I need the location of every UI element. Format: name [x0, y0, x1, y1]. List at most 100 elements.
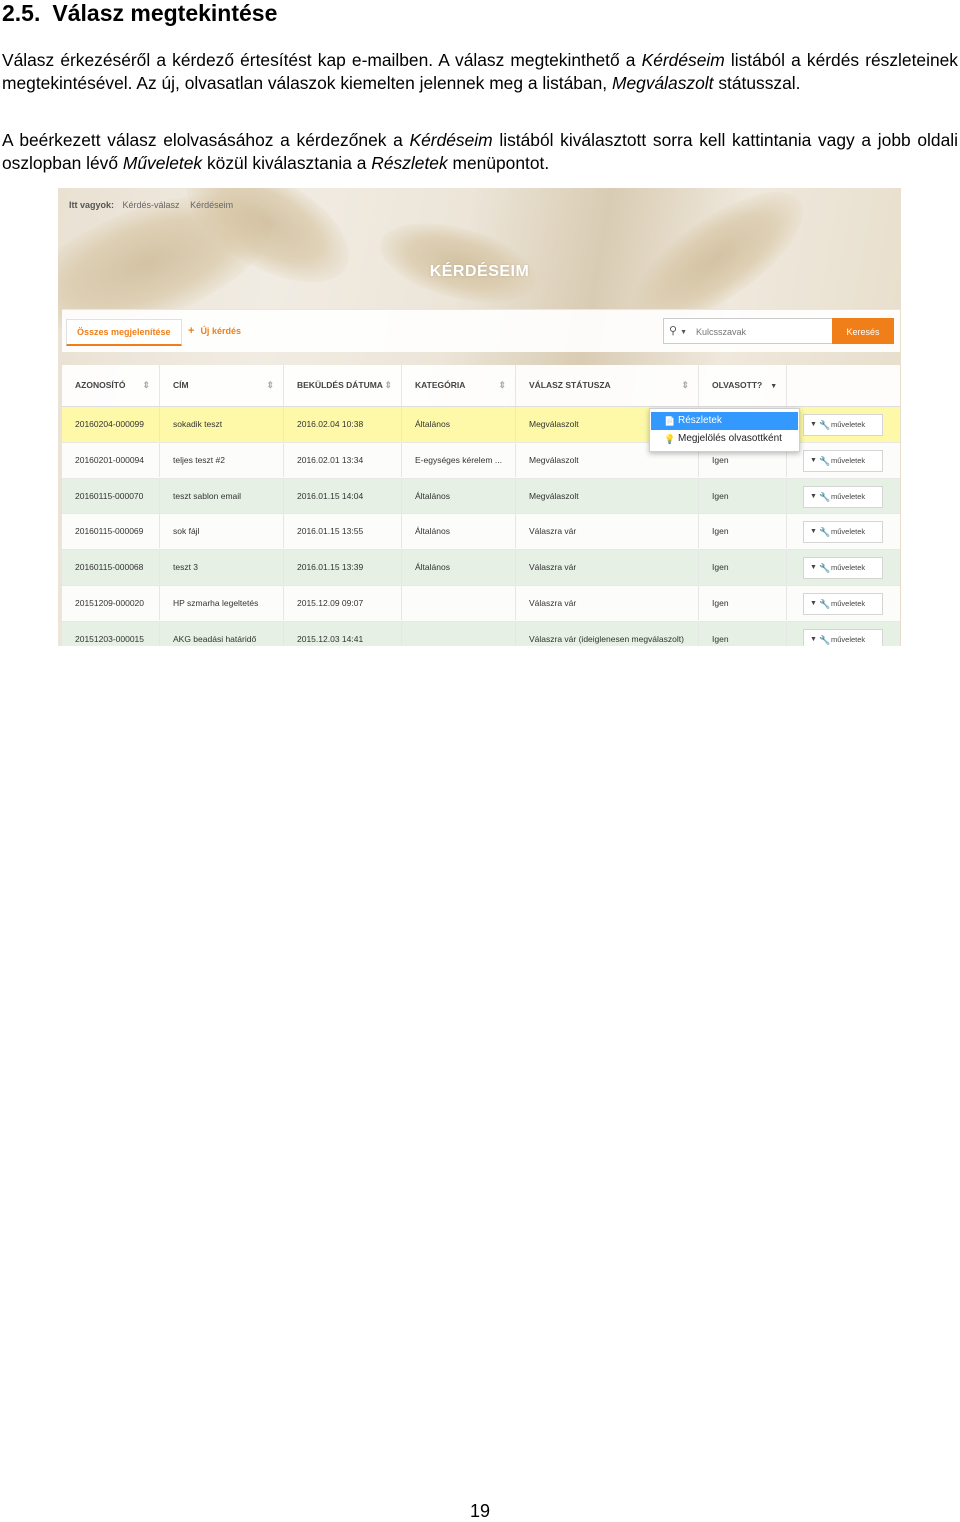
- cell-category: [402, 585, 516, 620]
- cell-title: HP szmarha legeltetés: [160, 585, 284, 620]
- cell-status: Válaszra vár: [516, 550, 699, 585]
- cell-title: teszt sablon email: [160, 478, 284, 513]
- column-header-date[interactable]: BEKÜLDÉS DÁTUMA ⇕: [284, 365, 402, 406]
- wrench-icon: 🔧: [819, 563, 831, 574]
- cell-read: Igen: [699, 514, 787, 549]
- breadcrumb: Itt vagyok: Kérdés-válasz Kérdéseim: [69, 200, 233, 210]
- cell-id: 20160201-000094: [62, 442, 160, 477]
- operations-label: műveletek: [831, 634, 866, 644]
- p2-italic-muveletek: Műveletek: [122, 153, 203, 173]
- cell-title: teszt 3: [160, 550, 284, 585]
- operations-button[interactable]: ▼ 🔧 műveletek: [803, 557, 883, 580]
- operations-button[interactable]: ▼ 🔧 műveletek: [803, 628, 883, 646]
- operations-label: műveletek: [831, 527, 866, 537]
- operations-button[interactable]: ▼ 🔧 műveletek: [803, 414, 883, 436]
- caret-down-icon: ▼: [810, 421, 817, 428]
- operations-label: műveletek: [831, 455, 866, 465]
- cell-status: Megválaszolt: [516, 478, 699, 513]
- caret-down-icon: ▼: [770, 383, 778, 390]
- cell-category: E-egységes kérelem ...: [402, 442, 516, 477]
- plus-icon: +: [188, 325, 195, 337]
- wrench-icon: 🔧: [819, 527, 831, 538]
- column-header-id[interactable]: AZONOSÍTÓ ⇕: [62, 365, 160, 406]
- column-header-label: AZONOSÍTÓ: [75, 380, 126, 390]
- lightbulb-icon: 💡: [664, 434, 676, 444]
- new-question-label: Új kérdés: [200, 326, 241, 336]
- document-icon: 📄: [664, 416, 676, 426]
- table-row[interactable]: 20160115-000068 teszt 3 2016.01.15 13:39…: [62, 550, 900, 586]
- cell-date: 2016.01.15 13:39: [284, 550, 402, 585]
- show-all-button[interactable]: Összes megjelenítése: [66, 319, 182, 346]
- cell-title: AKG beadási határidő: [160, 621, 284, 646]
- paragraph-1: Válasz érkezéséről a kérdező értesítést …: [2, 49, 958, 95]
- cell-category: Általános: [402, 514, 516, 549]
- sort-icon: ⇕: [498, 380, 506, 390]
- column-header-label: BEKÜLDÉS DÁTUMA: [297, 380, 383, 390]
- menu-item-label: Részletek: [678, 415, 722, 426]
- table-row[interactable]: 20151209-000020 HP szmarha legeltetés 20…: [62, 585, 900, 622]
- cell-id: 20160115-000069: [62, 514, 160, 549]
- p2-italic-reszletek: Részletek: [371, 153, 448, 173]
- operations-button[interactable]: ▼ 🔧 műveletek: [803, 521, 883, 544]
- section-heading: 2.5. Válasz megtekintése: [2, 0, 277, 27]
- column-header-label: OLVASOTT?: [712, 380, 763, 390]
- app-screenshot: Itt vagyok: Kérdés-válasz Kérdéseim KÉRD…: [58, 188, 901, 646]
- caret-down-icon: ▼: [810, 492, 817, 500]
- menu-item-mark-read[interactable]: 💡 Megjelölés olvasottként: [651, 430, 798, 448]
- cell-id: 20160115-000068: [62, 550, 160, 585]
- table-row[interactable]: 20160115-000070 teszt sablon email 2016.…: [62, 478, 900, 515]
- page-title: KÉRDÉSEIM: [429, 263, 530, 280]
- sort-icon: ⇕: [681, 380, 689, 390]
- toolbar: Összes megjelenítése + Új kérdés ⚲▼ Keres…: [62, 309, 900, 352]
- p2-text-1: A beérkezett válasz elolvasásához a kérd…: [2, 130, 410, 150]
- operations-button[interactable]: ▼ 🔧 műveletek: [803, 485, 883, 508]
- breadcrumb-item[interactable]: Kérdéseim: [190, 200, 233, 210]
- new-question-button[interactable]: + Új kérdés: [178, 319, 251, 343]
- cell-category: Általános: [402, 407, 516, 441]
- search-icon[interactable]: ⚲ ▼: [669, 324, 687, 337]
- cell-category: Általános: [402, 550, 516, 585]
- operations-label: műveletek: [831, 563, 866, 573]
- cell-read: Igen: [699, 550, 787, 585]
- column-header-read[interactable]: OLVASOTT? ▼: [699, 365, 787, 406]
- p2-text-4: menüpontot.: [447, 153, 550, 173]
- cell-category: [402, 621, 516, 646]
- cell-read: Igen: [699, 621, 787, 646]
- p1-text-3: státusszal.: [713, 73, 801, 93]
- table-row[interactable]: 20160115-000069 sok fájl 2016.01.15 13:5…: [62, 514, 900, 551]
- table-header: AZONOSÍTÓ ⇕ CÍM ⇕ BEKÜLDÉS DÁTUMA ⇕ KATEGÓR…: [62, 365, 900, 407]
- menu-item-details[interactable]: 📄 Részletek: [651, 412, 798, 430]
- cell-read: Igen: [699, 585, 787, 620]
- cell-date: 2016.01.15 13:55: [284, 514, 402, 549]
- table-row[interactable]: 20151203-000015 AKG beadási határidő 201…: [62, 621, 900, 646]
- cell-id: 20160115-000070: [62, 478, 160, 513]
- cell-date: 2015.12.03 14:41: [284, 621, 402, 646]
- column-header-title[interactable]: CÍM ⇕: [160, 365, 284, 406]
- cell-id: 20151203-000015: [62, 621, 160, 646]
- caret-down-icon: ▼: [810, 564, 817, 572]
- wrench-icon: 🔧: [819, 455, 831, 466]
- column-header-status[interactable]: VÁLASZ STÁTUSZA ⇕: [516, 365, 699, 406]
- cell-date: 2016.01.15 14:04: [284, 478, 402, 513]
- wrench-icon: 🔧: [819, 420, 831, 430]
- caret-down-icon: ▼: [810, 528, 817, 536]
- section-number: 2.5.: [2, 0, 41, 26]
- operations-button[interactable]: ▼ 🔧 műveletek: [803, 592, 883, 615]
- cell-id: 20160204-000099: [62, 407, 160, 441]
- cell-title: sokadik teszt: [160, 407, 284, 441]
- column-header-label: CÍM: [173, 380, 189, 390]
- cell-status: Válaszra vár (ideiglenesen megválaszolt): [516, 621, 699, 646]
- sort-icon: ⇕: [384, 380, 392, 390]
- breadcrumb-item[interactable]: Kérdés-válasz: [123, 200, 180, 210]
- wrench-icon: 🔧: [819, 634, 831, 645]
- caret-down-icon: ▼: [810, 599, 817, 607]
- cell-date: 2016.02.01 13:34: [284, 442, 402, 477]
- caret-down-icon: ▼: [810, 456, 817, 464]
- column-header-category[interactable]: KATEGÓRIA ⇕: [402, 365, 516, 406]
- operations-button[interactable]: ▼ 🔧 műveletek: [803, 449, 883, 472]
- cell-status: Válaszra vár: [516, 585, 699, 620]
- cell-status: Válaszra vár: [516, 514, 699, 549]
- search-button[interactable]: Keresés: [832, 318, 894, 344]
- operations-label: műveletek: [831, 420, 866, 429]
- search-input[interactable]: [694, 323, 818, 341]
